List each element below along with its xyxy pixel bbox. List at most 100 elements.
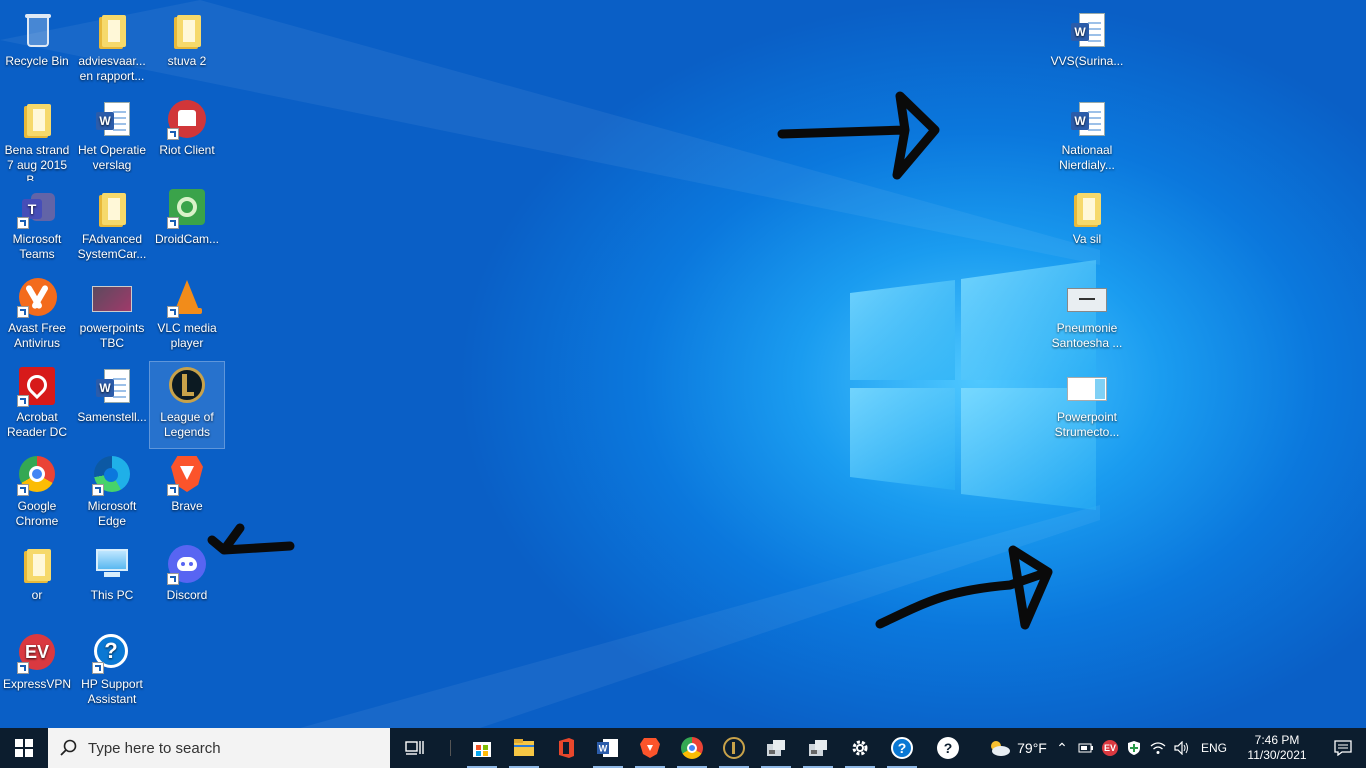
start-button[interactable] [0,728,48,768]
desktop-icon-adviesvaar[interactable]: adviesvaar... en rapport... [75,6,149,92]
partly-cloudy-icon [991,741,1011,756]
recycle-bin-icon [17,11,57,51]
desktop-icon-vlc[interactable]: VLC media player [150,273,224,359]
desktop-icon-vvs-surina[interactable]: W VVS(Surina... [1050,6,1124,92]
search-icon [60,739,77,756]
desktop-icon-microsoft-edge[interactable]: Microsoft Edge [75,451,149,537]
desktop-icon-label: Va sil [1072,232,1102,246]
desktop-icon-discord[interactable]: Discord [150,540,224,626]
show-hidden-icons-button[interactable]: ⌃ [1050,728,1074,768]
desktop-icon-expressvpn[interactable]: EV ExpressVPN [0,629,74,715]
taskbar: Type here to search W ? ? 79°F ⌃ EV ENG … [0,728,1366,768]
desktop-icon-this-pc[interactable]: This PC [75,540,149,626]
desktop-icon-label: Powerpoint Strumecto... [1054,410,1120,439]
desktop-icon-va-sil[interactable]: Va sil [1050,184,1124,270]
search-box[interactable]: Type here to search [48,728,390,768]
clock[interactable]: 7:46 PM 11/30/2021 [1234,728,1320,768]
desktop-icon-fadvanced[interactable]: FAdvanced SystemCar... [75,184,149,270]
desktop-icon-nationaal-nierdialy[interactable]: W Nationaal Nierdialy... [1050,95,1124,181]
weather-temperature: 79°F [1017,740,1047,756]
desktop-icon-label: Acrobat Reader DC [6,410,68,439]
desktop-icon-label: Discord [166,588,208,602]
taskbar-brave[interactable] [629,728,671,768]
edge-icon [92,456,132,496]
gear-icon [852,740,868,756]
desktop-icon-label: stuva 2 [167,54,207,68]
expressvpn-icon: EV [1102,740,1118,756]
taskbar-app-2[interactable] [797,728,839,768]
desktop-icon-acrobat[interactable]: Acrobat Reader DC [0,362,74,448]
desktop-icon-or[interactable]: or [0,540,74,626]
desktop-icon-label: Riot Client [159,143,215,157]
desktop-icon-hp-support[interactable]: ? HP Support Assistant [75,629,149,715]
notification-icon [1334,740,1352,756]
desktop-icon-powerpoints-tbc[interactable]: powerpoints TBC [75,273,149,359]
desktop-icon-league-of-legends[interactable]: League of Legends [149,361,225,449]
desktop-icon-bena-strand[interactable]: Bena strand 7 aug 2015 B.... [0,95,74,181]
network-tray-button[interactable] [1146,728,1170,768]
computer-icon [92,545,132,585]
desktop-icon-label: Samenstell... [77,410,147,424]
task-view-button[interactable] [390,728,440,768]
action-center-button[interactable] [1320,728,1366,768]
desktop[interactable]: Recycle Bin Bena strand 7 aug 2015 B....… [0,0,1366,728]
desktop-icon-operatie-verslag[interactable]: W Het Operatie verslag [75,95,149,181]
folder-icon [1067,189,1107,229]
desktop-icon-droidcam[interactable]: DroidCam... [150,184,224,270]
desktop-icon-samenstell[interactable]: W Samenstell... [75,362,149,448]
volume-tray-button[interactable] [1170,728,1194,768]
desktop-icon-label: Pneumonie Santoesha ... [1051,321,1123,350]
taskbar-chrome[interactable] [671,728,713,768]
expressvpn-tray-button[interactable]: EV [1098,728,1122,768]
installer-icon [767,740,785,756]
desktop-icon-label: Brave [171,499,203,513]
help-question-icon: ? [937,737,959,759]
taskbar-office[interactable] [545,728,587,768]
chrome-icon [681,737,703,759]
security-tray-button[interactable] [1122,728,1146,768]
language-label: ENG [1200,741,1227,755]
taskbar-hp-support[interactable]: ? [923,728,973,768]
presentation-thumbnail-icon [1067,278,1107,318]
desktop-icon-label: FAdvanced SystemCar... [77,232,147,261]
language-indicator[interactable]: ENG [1194,728,1234,768]
discord-icon [167,545,207,585]
brave-icon [640,738,660,758]
word-document-icon: W [1067,11,1107,51]
image-thumbnail-icon [92,278,132,318]
taskbar-file-explorer[interactable] [503,728,545,768]
desktop-icon-label: VLC media player [157,321,217,350]
desktop-icon-microsoft-teams[interactable]: T Microsoft Teams [0,184,74,270]
desktop-icon-label: or [31,588,43,602]
desktop-icon-label: Bena strand 7 aug 2015 B.... [4,143,70,181]
desktop-icon-stuva-2[interactable]: stuva 2 [150,6,224,92]
desktop-icon-riot-client[interactable]: Riot Client [150,95,224,181]
taskbar-league-of-legends[interactable] [713,728,755,768]
help-question-icon: ? [891,737,913,759]
taskbar-help[interactable]: ? [881,728,923,768]
desktop-icon-avast[interactable]: Avast Free Antivirus [0,273,74,359]
desktop-icon-label: powerpoints TBC [79,321,145,350]
installer-icon [809,740,827,756]
desktop-icon-label: adviesvaar... en rapport... [78,54,146,83]
desktop-icon-pneumonie[interactable]: Pneumonie Santoesha ... [1050,273,1124,359]
weather-widget[interactable]: 79°F [984,728,1050,768]
folder-icon [92,189,132,229]
task-view-icon [405,741,424,755]
desktop-icon-powerpoint-strumecto[interactable]: Powerpoint Strumecto... [1050,362,1124,448]
battery-icon [1078,743,1093,753]
clock-time: 7:46 PM [1254,733,1300,747]
folder-icon [17,100,57,140]
desktop-icon-brave[interactable]: Brave [150,451,224,537]
desktop-icon-recycle-bin[interactable]: Recycle Bin [0,6,74,92]
desktop-icon-google-chrome[interactable]: Google Chrome [0,451,74,537]
folder-icon [17,545,57,585]
battery-tray-button[interactable] [1074,728,1098,768]
taskbar-app-1[interactable] [755,728,797,768]
taskbar-word[interactable]: W [587,728,629,768]
league-of-legends-icon [723,737,745,759]
taskbar-settings[interactable] [839,728,881,768]
folder-icon [167,11,207,51]
taskbar-microsoft-store[interactable] [461,728,503,768]
riot-client-icon [167,100,207,140]
